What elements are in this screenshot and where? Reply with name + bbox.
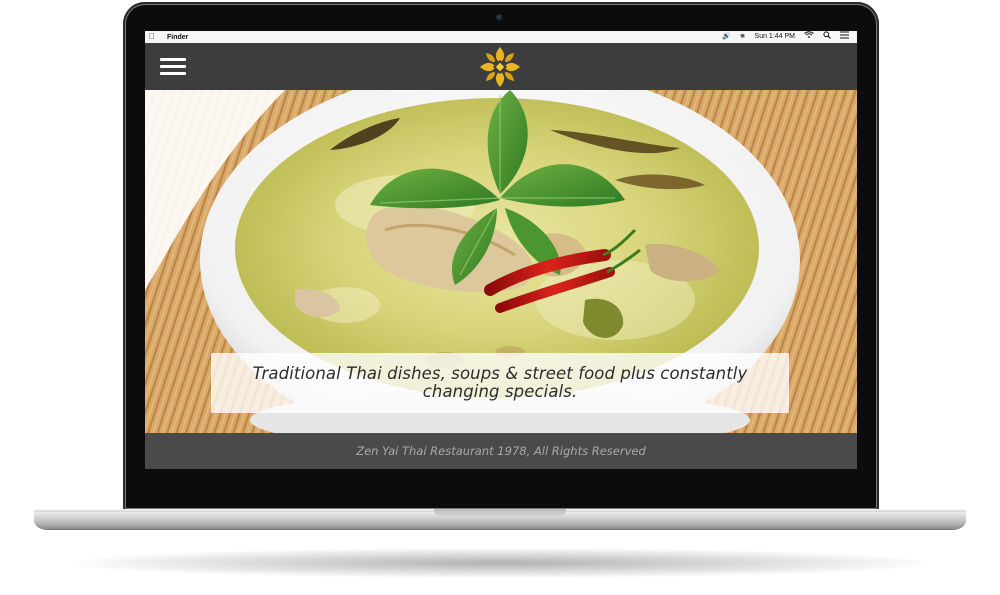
menubar-clock[interactable]: Sun 1:44 PM bbox=[755, 31, 795, 43]
laptop-opening-notch bbox=[434, 509, 566, 518]
search-icon[interactable] bbox=[823, 31, 831, 44]
hero-tagline: Traditional Thai dishes, soups & street … bbox=[252, 364, 748, 401]
site-header bbox=[145, 43, 857, 90]
list-icon[interactable] bbox=[840, 31, 849, 44]
tagline-panel: Traditional Thai dishes, soups & street … bbox=[211, 353, 789, 413]
menubar-app-name[interactable]: Finder bbox=[167, 34, 188, 41]
volume-icon[interactable]: 🔊 bbox=[722, 31, 731, 43]
wifi-icon[interactable] bbox=[804, 31, 814, 43]
hamburger-menu-icon[interactable] bbox=[160, 56, 186, 78]
laptop-shadow bbox=[70, 548, 930, 578]
mac-menubar:  Finder 🔊 ⋇ Sun 1:44 PM bbox=[145, 31, 857, 43]
lotus-logo-icon[interactable] bbox=[478, 45, 522, 89]
bluetooth-icon[interactable]: ⋇ bbox=[740, 31, 746, 43]
apple-icon[interactable]:  bbox=[145, 31, 159, 43]
laptop-screen:  Finder 🔊 ⋇ Sun 1:44 PM bbox=[145, 31, 857, 469]
webcam bbox=[496, 14, 503, 21]
menubar-status-area: 🔊 ⋇ Sun 1:44 PM bbox=[722, 31, 857, 44]
site-footer: Zen Yai Thai Restaurant 1978, All Rights… bbox=[145, 433, 857, 469]
copyright-text: Zen Yai Thai Restaurant 1978, All Rights… bbox=[356, 444, 646, 458]
hero-banner: Traditional Thai dishes, soups & street … bbox=[145, 90, 857, 433]
